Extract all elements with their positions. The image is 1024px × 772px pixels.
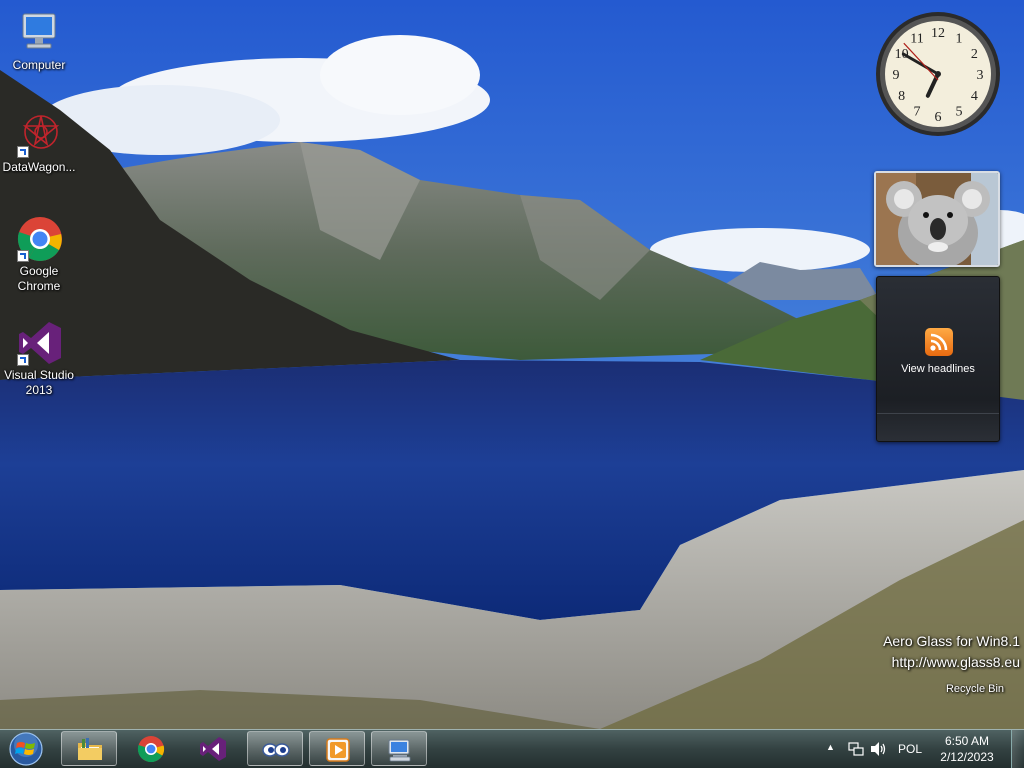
desktop-icon-visual-studio[interactable]: Visual Studio 2013 (1, 318, 77, 398)
desktop-icon-recycle-bin[interactable]: Recycle Bin (930, 683, 1020, 695)
volume-icon[interactable] (870, 741, 888, 757)
folder-icon (78, 738, 102, 760)
shortcut-arrow-icon (17, 250, 29, 262)
taskbar: ▲ POL 6:50 AM 2/12/2023 (0, 729, 1024, 768)
clock-numeral: 12 (931, 26, 945, 41)
desktop-icon-datawagon[interactable]: DataWagon... (1, 110, 77, 175)
clock-numeral: 3 (977, 68, 984, 83)
clock-numeral: 1 (956, 32, 963, 47)
desktop-icon-google-chrome[interactable]: Google Chrome (1, 214, 77, 294)
clock-numeral: 7 (914, 104, 921, 119)
clock-time: 6:50 AM (944, 734, 990, 748)
clock-numeral: 9 (893, 68, 900, 83)
clock-numeral: 6 (935, 110, 942, 125)
taskbar-eyes-app[interactable] (247, 731, 303, 766)
show-desktop-button[interactable] (1011, 730, 1024, 768)
visual-studio-icon (200, 737, 226, 761)
clock-numeral: 5 (956, 104, 963, 119)
clock-gadget[interactable]: 1 2 3 4 5 6 7 8 9 10 11 12 (874, 10, 1002, 138)
watermark-line1: Aero Glass for Win8.1 (883, 633, 1020, 649)
chrome-icon (15, 214, 63, 262)
notification-area: ▲ POL 6:50 AM 2/12/2023 (824, 730, 1024, 768)
eyes-icon (262, 743, 290, 757)
feed-divider (877, 413, 999, 414)
clock-date: 2/12/2023 (940, 750, 994, 764)
clock-numeral: 8 (898, 89, 905, 104)
desktop-icon-label: DataWagon... (2, 160, 76, 174)
slideshow-gadget[interactable] (874, 171, 1000, 267)
rss-icon (925, 328, 953, 356)
feed-headlines-gadget[interactable]: View headlines (876, 276, 1000, 442)
network-icon[interactable] (848, 741, 864, 757)
clock-numeral: 11 (910, 32, 923, 47)
shortcut-arrow-icon (17, 146, 29, 158)
desktop-icon-label: Google Chrome (17, 264, 61, 293)
chrome-icon (137, 736, 165, 763)
clock-face-icon: 1234567891011 12 (876, 12, 1000, 136)
clock-numeral: 4 (971, 89, 978, 104)
media-player-icon (326, 738, 350, 762)
desktop-wallpaper (0, 0, 1024, 729)
watermark-line2: http://www.glass8.eu (891, 654, 1020, 670)
taskbar-media-player[interactable] (309, 731, 365, 766)
recycle-bin-label: Recycle Bin (945, 683, 1005, 695)
visual-studio-icon (15, 318, 63, 366)
taskbar-visual-studio[interactable] (185, 731, 241, 766)
clock-numeral: 2 (971, 47, 978, 62)
desktop-icon-label: Computer (12, 58, 66, 72)
windows-orb-icon (9, 732, 43, 766)
taskbar-google-chrome[interactable] (123, 731, 179, 766)
view-headlines-link[interactable]: View headlines (877, 363, 999, 375)
taskbar-remote-desktop[interactable] (371, 731, 427, 766)
show-hidden-icons-button[interactable]: ▲ (826, 742, 835, 752)
desktop-icon-label: Visual Studio 2013 (4, 368, 74, 397)
aero-glass-watermark: Aero Glass for Win8.1 http://www.glass8.… (883, 631, 1020, 673)
input-language-indicator[interactable]: POL (898, 742, 922, 756)
wallpaper-landscape (0, 0, 1024, 729)
koala-photo-icon (876, 173, 998, 265)
computer-icon (15, 8, 63, 56)
datawagon-icon (15, 110, 63, 158)
desktop-icon-computer[interactable]: Computer (1, 8, 77, 73)
taskbar-windows-explorer[interactable] (61, 731, 117, 766)
system-clock[interactable]: 6:50 AM 2/12/2023 (932, 733, 1002, 765)
remote-desktop-icon (388, 739, 411, 762)
start-button[interactable] (6, 731, 46, 767)
shortcut-arrow-icon (17, 354, 29, 366)
